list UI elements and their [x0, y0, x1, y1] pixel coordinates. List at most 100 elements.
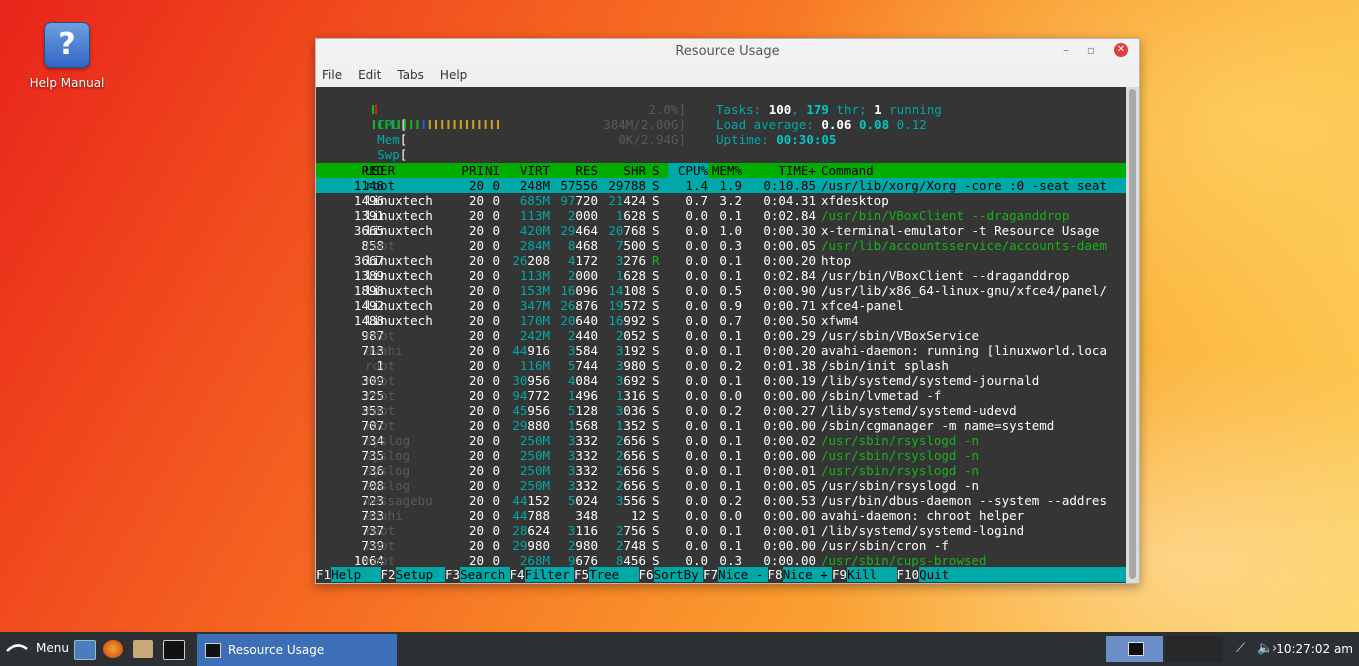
process-row[interactable]: 1 root 20 0 116M 5744 3980 S 0.0 0.2 0:01.38/sbin/… [316, 358, 1126, 373]
fkey-f10[interactable]: F10Quit [896, 567, 949, 582]
fkey-f7[interactable]: F7Nice - [703, 567, 763, 582]
close-icon[interactable]: ✕ [1114, 43, 1128, 57]
scrollbar-thumb[interactable] [1129, 89, 1136, 579]
workspace-1[interactable] [1106, 636, 1163, 662]
process-cpu: 0.0 [685, 328, 708, 343]
process-mem: 0.1 [719, 343, 742, 358]
column-header-pri[interactable]: PRI [438, 163, 484, 178]
column-header-command[interactable]: Command [821, 163, 1126, 178]
process-cmd: /usr/sbin/cups-browsed [821, 553, 987, 568]
fkey-f1[interactable]: F1Help [316, 567, 376, 582]
process-mem: 0.1 [719, 253, 742, 268]
fkey-f2[interactable]: F2Setup [380, 567, 441, 582]
maximize-icon[interactable]: ▫ [1087, 43, 1095, 57]
column-header-ni[interactable]: NI [484, 163, 500, 178]
fkey-label: Help [331, 567, 377, 582]
process-row[interactable]: 707 root 20 0 29880 1568 1352 S 0.0 0.1 0:00.00/sb… [316, 418, 1126, 433]
process-virt: 113M [519, 208, 550, 223]
column-header-time[interactable]: TIME+ [746, 163, 816, 178]
process-row[interactable]: 736 syslog 20 0 250M 3332 2656 S 0.0 0.1 0:00.01/u… [316, 463, 1126, 478]
process-shr: 3556 [615, 493, 646, 508]
volume-icon[interactable]: 🔈 [1257, 641, 1273, 656]
show-desktop-icon[interactable] [74, 640, 96, 660]
process-cmd: /usr/sbin/rsyslogd -n [821, 478, 980, 493]
process-time: 0:00.00 [763, 508, 816, 523]
process-mem: 0.7 [719, 313, 742, 328]
menu-help[interactable]: Help [440, 68, 467, 82]
clock: 10:27:02 am [1276, 642, 1353, 656]
column-header-cpu[interactable]: CPU% [668, 163, 708, 178]
column-header-mem[interactable]: MEM% [708, 163, 742, 178]
process-cpu: 1.4 [685, 178, 708, 193]
process-row[interactable]: 1488 linuxtech 20 0 170M 20640 16992 S 0.0 0.7 0:0… [316, 313, 1126, 328]
firefox-icon[interactable] [103, 640, 123, 658]
process-s: S [652, 448, 660, 463]
process-cmd: xfce4-panel [821, 298, 904, 313]
column-header-virt[interactable]: VIRT [502, 163, 550, 178]
fkey-key: F8 [767, 567, 783, 582]
process-row[interactable]: 708 syslog 20 0 250M 3332 2656 S 0.0 0.1 0:00.05/u… [316, 478, 1126, 493]
process-time: 0:01.38 [763, 358, 816, 373]
menu-file[interactable]: File [322, 68, 342, 82]
process-row[interactable]: 1064 root 20 0 268M 9676 8456 S 0.0 0.3 0:00.00/us… [316, 553, 1126, 568]
process-row[interactable]: 723 messagebu 20 0 44152 5024 3556 S 0.0 0.2 0:00.… [316, 493, 1126, 508]
column-header-res[interactable]: RES [550, 163, 598, 178]
network-icon[interactable]: ⟋ [1236, 641, 1245, 656]
process-res: 4084 [567, 373, 598, 388]
terminal-scrollbar[interactable] [1126, 87, 1139, 583]
process-row[interactable]: 309 root 20 0 30956 4084 3692 S 0.0 0.1 0:00.19/li… [316, 373, 1126, 388]
htop-terminal[interactable]: CPU[ 2.0%] Mem[ 384M/2.00G] Swp[ 0K/2.94… [316, 87, 1126, 583]
process-row[interactable]: 1148 root 20 0 248M 57556 29788 S 1.4 1.9 0:10.85/… [316, 178, 1126, 193]
process-row[interactable]: 1389 linuxtech 20 0 113M 2000 1628 S 0.0 0.1 0:02.… [316, 268, 1126, 283]
menu-edit[interactable]: Edit [358, 68, 381, 82]
process-ni: 0 [492, 178, 500, 193]
process-shr: 16992 [608, 313, 646, 328]
fkey-f3[interactable]: F3Search [445, 567, 505, 582]
process-virt: 45956 [512, 403, 550, 418]
start-menu-button[interactable]: Menu [6, 641, 69, 655]
window-titlebar[interactable]: Resource Usage – ▫ ✕ [316, 39, 1139, 63]
process-row[interactable]: 3667 linuxtech 20 0 26208 4172 3276 R 0.0 0.1 0:00… [316, 253, 1126, 268]
fkey-f5[interactable]: F5Tree [574, 567, 634, 582]
process-ni: 0 [492, 433, 500, 448]
process-time: 0:00.20 [763, 343, 816, 358]
process-row[interactable]: 735 syslog 20 0 250M 3332 2656 S 0.0 0.1 0:00.00/u… [316, 448, 1126, 463]
process-cmd: /lib/systemd/systemd-udevd [821, 403, 1017, 418]
process-row[interactable]: 987 root 20 0 242M 2440 2052 S 0.0 0.1 0:00.29/usr… [316, 328, 1126, 343]
menu-tabs[interactable]: Tabs [397, 68, 424, 82]
process-cmd: /lib/systemd/systemd-journald [821, 373, 1040, 388]
process-row[interactable]: 1391 linuxtech 20 0 113M 2000 1628 S 0.0 0.1 0:02.… [316, 208, 1126, 223]
process-row[interactable]: 1496 linuxtech 20 0 685M 97720 21424 S 0.7 3.2 0:0… [316, 193, 1126, 208]
file-manager-icon[interactable] [133, 640, 153, 658]
process-row[interactable]: 713 avahi 20 0 44916 3584 3192 S 0.0 0.1 0:00.20 av… [316, 343, 1126, 358]
process-res: 4172 [567, 253, 598, 268]
process-row[interactable]: 1492 linuxtech 20 0 347M 26876 19572 S 0.0 0.9 0:0… [316, 298, 1126, 313]
process-row[interactable]: 858 root 20 0 284M 8468 7500 S 0.0 0.3 0:00.05/usr… [316, 238, 1126, 253]
process-row[interactable]: 734 syslog 20 0 250M 3332 2656 S 0.0 0.1 0:00.02/u… [316, 433, 1126, 448]
fkey-f8[interactable]: F8Nice + [767, 567, 828, 582]
process-row[interactable]: 3665 linuxtech 20 0 420M 29464 20768 S 0.0 1.0 0:0… [316, 223, 1126, 238]
process-virt: 242M [519, 328, 550, 343]
fkey-f4[interactable]: F4Filter [509, 567, 570, 582]
help-manual-desktop-icon[interactable]: ? Help Manual [22, 22, 112, 90]
terminal-launcher-icon[interactable] [163, 640, 185, 660]
process-row[interactable]: 353 root 20 0 45956 5128 3036 S 0.0 0.2 0:00.27/li… [316, 403, 1126, 418]
fkey-f9[interactable]: F9Kill [832, 567, 892, 582]
fkey-key: F10 [896, 567, 920, 582]
column-header-shr[interactable]: SHR [598, 163, 646, 178]
process-time: 0:00.01 [763, 523, 816, 538]
taskbar-task-resource-usage[interactable]: Resource Usage [197, 634, 397, 666]
process-row[interactable]: 737 root 20 0 28624 3116 2756 S 0.0 0.1 0:00.01/li… [316, 523, 1126, 538]
process-ni: 0 [492, 208, 500, 223]
process-mem: 0.9 [719, 298, 742, 313]
process-row[interactable]: 733 avahi 20 0 44788 348 12 S 0.0 0.0 0:00.00 avahi… [316, 508, 1126, 523]
process-cpu: 0.0 [685, 478, 708, 493]
process-row[interactable]: 325 root 20 0 94772 1496 1316 S 0.0 0.0 0:00.00/sb… [316, 388, 1126, 403]
minimize-icon[interactable]: – [1063, 43, 1069, 57]
process-row[interactable]: 739 root 20 0 29980 2980 2748 S 0.0 0.1 0:00.00/us… [316, 538, 1126, 553]
column-header-s[interactable]: S [652, 163, 662, 178]
fkey-f6[interactable]: F6SortBy [638, 567, 699, 582]
process-row[interactable]: 1898 linuxtech 20 0 153M 16096 14108 S 0.0 0.5 0:0… [316, 283, 1126, 298]
workspace-2[interactable] [1166, 636, 1223, 662]
process-virt: 94772 [512, 388, 550, 403]
